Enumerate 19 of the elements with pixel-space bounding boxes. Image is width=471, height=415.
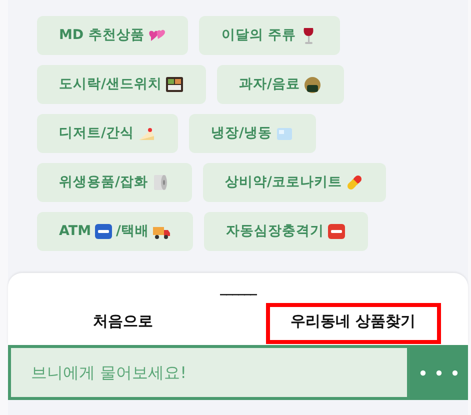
more-button[interactable] bbox=[410, 345, 468, 400]
category-button[interactable]: 도시락/샌드위치 bbox=[37, 65, 206, 104]
action-link[interactable]: 처음으로 bbox=[36, 303, 210, 344]
drag-handle[interactable]: ______ bbox=[220, 281, 256, 295]
more-icon bbox=[420, 370, 458, 376]
pill-icon bbox=[344, 173, 364, 192]
category-button[interactable]: 위생용품/잡화 bbox=[37, 163, 192, 202]
category-button[interactable]: MD 추천상품 bbox=[37, 16, 188, 55]
rice-ball-icon bbox=[302, 75, 322, 94]
category-button[interactable]: 디저트/간식 bbox=[37, 114, 178, 153]
category-button[interactable]: 과자/음료 bbox=[216, 65, 344, 104]
chat-input-field[interactable]: 브니에게 물어보세요! bbox=[8, 345, 410, 400]
action-link[interactable]: 우리동네 상품찾기 bbox=[266, 303, 440, 344]
category-button[interactable]: ATM /택배 bbox=[37, 212, 193, 251]
category-button[interactable]: 자동심장충격기 bbox=[204, 212, 368, 251]
category-button[interactable]: 냉장/냉동 bbox=[188, 114, 316, 153]
bento-box-icon bbox=[164, 75, 184, 94]
category-button[interactable]: 상비약/코로나키트 bbox=[202, 163, 386, 202]
category-button[interactable]: 이달의 주류 bbox=[199, 16, 340, 55]
